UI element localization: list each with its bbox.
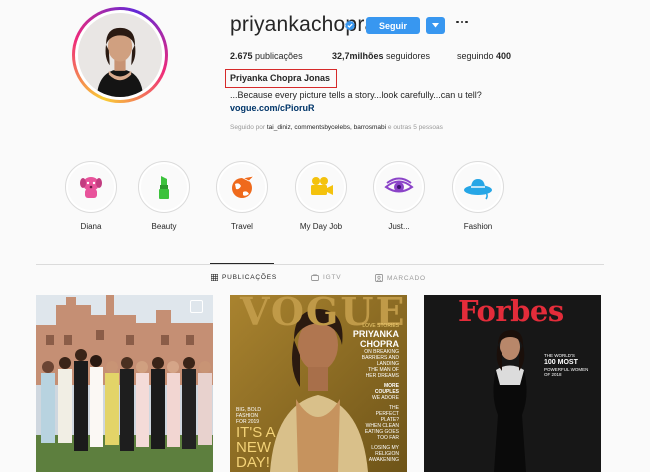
highlight-fashion[interactable]: Fashion bbox=[443, 161, 513, 231]
suggestions-dropdown-button[interactable] bbox=[426, 17, 445, 34]
followers-stat[interactable]: 32,7milhões seguidores bbox=[332, 51, 457, 61]
full-name: Priyanka Chopra Jonas bbox=[230, 73, 331, 83]
wedding-group-photo bbox=[36, 295, 213, 472]
grid-icon bbox=[211, 274, 218, 281]
sun-hat-icon bbox=[464, 179, 492, 200]
forbes-cover-lines: THE WORLD'S 100 MOST POWERFUL WOMEN OF 2… bbox=[544, 353, 589, 377]
posts-stat: 2.675 publicações bbox=[230, 51, 332, 61]
highlight-label: Beauty bbox=[151, 222, 177, 231]
tab-label: PUBLICAÇÕES bbox=[222, 274, 278, 281]
eye-icon bbox=[384, 177, 414, 193]
highlight-my-day-job[interactable]: My Day Job bbox=[286, 161, 356, 231]
profile-avatar[interactable] bbox=[72, 7, 168, 103]
tab-igtv[interactable]: IGTV bbox=[311, 274, 341, 281]
tag-icon bbox=[375, 274, 383, 282]
followers-count: 32,7milhões bbox=[332, 51, 384, 61]
bio-text: ...Because every picture tells a story..… bbox=[230, 90, 482, 100]
tab-label: IGTV bbox=[323, 274, 342, 281]
highlight-beauty[interactable]: Beauty bbox=[129, 161, 199, 231]
following-count: 400 bbox=[496, 51, 512, 61]
active-tab-indicator bbox=[210, 263, 274, 264]
highlight-travel[interactable]: Travel bbox=[207, 161, 277, 231]
tab-tagged[interactable]: MARCADO bbox=[375, 274, 426, 282]
movie-camera-icon bbox=[311, 177, 333, 195]
lipstick-icon bbox=[159, 176, 169, 199]
dog-icon bbox=[80, 177, 102, 198]
multiple-photos-icon bbox=[190, 300, 203, 313]
tv-icon bbox=[311, 274, 319, 281]
tabs-divider bbox=[36, 264, 604, 265]
post-forbes-cover[interactable]: Forbes THE WORLD'S 100 MOST POWERFUL WOM… bbox=[424, 295, 601, 472]
following-label: seguindo bbox=[457, 51, 497, 61]
following-stat[interactable]: seguindo 400 bbox=[457, 51, 511, 61]
highlight-label: My Day Job bbox=[299, 222, 343, 231]
post-wedding-photo[interactable] bbox=[36, 295, 213, 472]
highlight-just[interactable]: Just... bbox=[364, 161, 434, 231]
tab-posts[interactable]: PUBLICAÇÕES bbox=[211, 274, 277, 281]
highlight-diana[interactable]: Diana bbox=[56, 161, 126, 231]
highlight-label: Diana bbox=[80, 222, 102, 231]
followed-by-prefix: Seguido por bbox=[230, 124, 267, 131]
profile-link[interactable]: vogue.com/cPioruR bbox=[230, 103, 315, 113]
chevron-down-icon bbox=[432, 23, 439, 28]
highlight-label: Fashion bbox=[463, 222, 493, 231]
tab-label: MARCADO bbox=[387, 274, 426, 282]
posts-label: publicações bbox=[252, 51, 303, 61]
more-options-icon[interactable] bbox=[455, 15, 469, 29]
verified-badge-icon bbox=[345, 20, 355, 31]
follow-button[interactable]: Seguir bbox=[366, 17, 420, 34]
highlight-label: Travel bbox=[231, 222, 253, 231]
post-vogue-cover[interactable]: VOGUE LOVE STORIES PRIYANKA CHOPRA ON BR… bbox=[230, 295, 407, 472]
vogue-cover-lines: LOVE STORIES PRIYANKA CHOPRA ON BREAKING… bbox=[352, 323, 399, 463]
posts-count: 2.675 bbox=[230, 51, 253, 61]
followed-by-suffix: e outras 5 pessoas bbox=[386, 124, 443, 131]
vogue-left-lines: BIG, BOLD FASHION FOR 2019 IT'S A NEW DA… bbox=[236, 407, 276, 471]
globe-plane-icon bbox=[232, 175, 256, 198]
followed-by-names: tai_diniz, commentsbycelebs, barrosmabi bbox=[266, 124, 387, 131]
highlight-label: Just... bbox=[388, 222, 410, 231]
profile-stats: 2.675 publicações 32,7milhões seguidores… bbox=[230, 51, 511, 61]
forbes-masthead: Forbes bbox=[458, 295, 564, 328]
followers-label: seguidores bbox=[383, 51, 431, 61]
followed-by[interactable]: Seguido por tai_diniz, commentsbycelebs,… bbox=[230, 124, 443, 131]
avatar-photo bbox=[78, 13, 162, 97]
